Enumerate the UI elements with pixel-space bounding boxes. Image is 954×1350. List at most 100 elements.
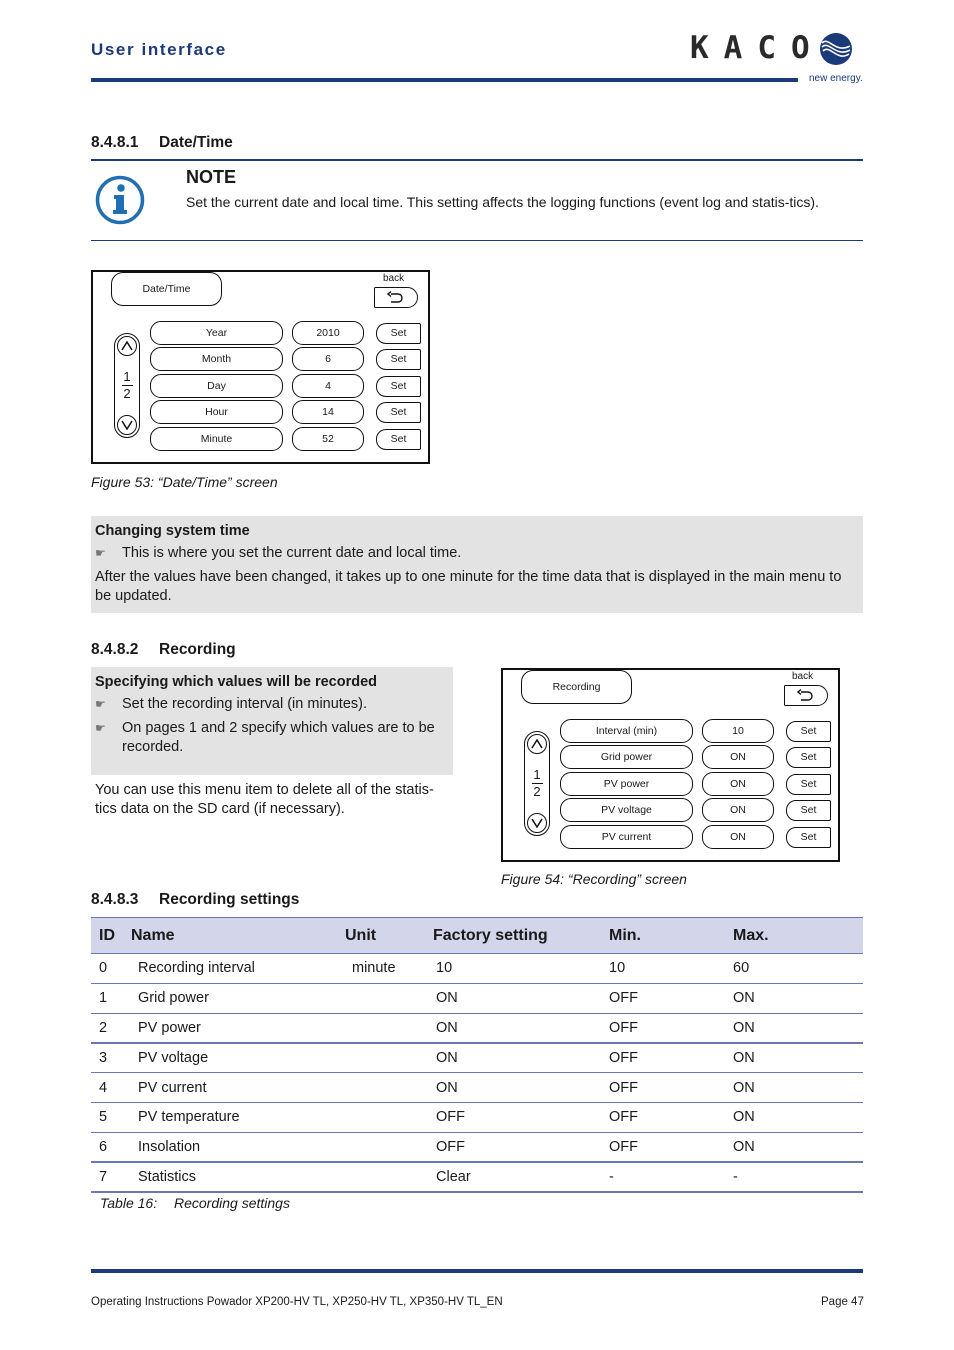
setting-value[interactable]: 52	[292, 427, 364, 451]
cell-name: PV voltage	[131, 1042, 345, 1074]
column-header-factory-setting: Factory setting	[433, 917, 609, 954]
cell-unit	[345, 1102, 433, 1133]
setting-value[interactable]: 10	[702, 719, 774, 743]
setting-label: Grid power	[560, 745, 693, 769]
chevron-up-icon	[121, 341, 133, 351]
set-button[interactable]: Set	[786, 826, 831, 848]
cell-factory-setting: ON	[433, 983, 609, 1014]
setting-row: Interval (min) 10 Set	[560, 719, 831, 743]
recording-settings-table: ID Name Unit Factory setting Min. Max. 0…	[91, 917, 863, 1193]
datetime-screen: Date/Time back 1 2 Year 2010 Set Month 6…	[91, 270, 430, 464]
cell-factory-setting: Clear	[433, 1162, 609, 1193]
setting-value[interactable]: 2010	[292, 321, 364, 345]
page-navigator: 1 2	[524, 731, 550, 836]
section-title: Date/Time	[159, 134, 233, 151]
setting-value[interactable]: ON	[702, 772, 774, 796]
cell-factory-setting: 10	[433, 953, 609, 984]
cell-unit	[345, 1072, 433, 1103]
cell-max: ON	[733, 1013, 863, 1044]
instruction-text: After the values have been changed, it t…	[95, 569, 842, 604]
setting-value[interactable]: 14	[292, 400, 364, 424]
setting-value[interactable]: ON	[702, 825, 774, 849]
figure-caption: Figure 54: “Recording” screen	[501, 871, 687, 887]
page-down-button[interactable]	[527, 813, 547, 833]
screen-title: Date/Time	[111, 272, 222, 306]
set-button[interactable]: Set	[786, 773, 831, 795]
note-text: Set the current date and local time. Thi…	[186, 194, 819, 210]
cell-factory-setting: ON	[433, 1013, 609, 1044]
cell-min: OFF	[609, 1013, 733, 1044]
cell-name: PV temperature	[131, 1102, 345, 1133]
cell-factory-setting: OFF	[433, 1132, 609, 1164]
cell-unit	[345, 983, 433, 1014]
section-number: 8.4.8.1	[91, 134, 139, 151]
setting-row: Hour 14 Set	[150, 400, 421, 424]
instruction-box-datetime: Changing system time ☛ This is where you…	[91, 516, 863, 613]
setting-row: PV power ON Set	[560, 772, 831, 796]
set-button[interactable]: Set	[786, 720, 831, 742]
instruction-step: ☛ On pages 1 and 2 specify which values …	[95, 719, 449, 757]
cell-max: -	[733, 1162, 863, 1193]
setting-label: Day	[150, 374, 283, 398]
set-button[interactable]: Set	[786, 746, 831, 768]
column-header-name: Name	[131, 917, 345, 954]
set-button[interactable]: Set	[376, 322, 421, 344]
pointing-hand-icon: ☛	[95, 721, 106, 735]
cell-name: PV power	[131, 1013, 345, 1044]
instruction-title: Changing system time	[95, 523, 250, 539]
cell-name: Grid power	[131, 983, 345, 1014]
cell-max: ON	[733, 1132, 863, 1164]
page-total: 2	[533, 784, 541, 800]
page-up-button[interactable]	[117, 336, 137, 356]
column-header-max: Max.	[733, 917, 863, 954]
pointing-hand-icon: ☛	[95, 546, 106, 560]
set-button[interactable]: Set	[376, 401, 421, 423]
setting-value[interactable]: ON	[702, 798, 774, 822]
cell-name: Insolation	[131, 1132, 345, 1164]
setting-label: PV power	[560, 772, 693, 796]
note-title: NOTE	[186, 167, 237, 187]
set-button[interactable]: Set	[376, 375, 421, 397]
section-number: 8.4.8.3	[91, 891, 139, 908]
instruction-step-text: On pages 1 and 2 specify which values ar…	[122, 720, 435, 755]
cell-name: Recording interval	[131, 953, 345, 984]
chevron-down-icon	[121, 420, 133, 430]
set-button[interactable]: Set	[376, 428, 421, 450]
chevron-up-icon	[531, 739, 543, 749]
back-button[interactable]	[784, 685, 828, 706]
table-row: 5 PV temperature OFF OFF ON	[91, 1102, 863, 1133]
back-label: back	[383, 273, 405, 284]
cell-id: 6	[91, 1132, 131, 1164]
back-button[interactable]	[374, 287, 418, 308]
page-navigator: 1 2	[114, 333, 140, 438]
cell-id: 7	[91, 1162, 131, 1193]
setting-row: PV voltage ON Set	[560, 798, 831, 822]
set-button[interactable]: Set	[786, 799, 831, 821]
cell-factory-setting: ON	[433, 1042, 609, 1074]
instruction-step-text: Set the recording interval (in minutes).	[122, 696, 367, 712]
brand-logo-text: KACO	[690, 30, 825, 66]
table-row: 6 Insolation OFF OFF ON	[91, 1132, 863, 1164]
page-current: 1	[123, 368, 131, 384]
cell-max: ON	[733, 1072, 863, 1103]
header-rule	[91, 78, 798, 82]
page-total: 2	[123, 386, 131, 402]
setting-value[interactable]: ON	[702, 745, 774, 769]
page-up-button[interactable]	[527, 734, 547, 754]
brand-tagline: new energy.	[809, 73, 863, 84]
table-caption-label: Table 16:	[100, 1195, 158, 1211]
setting-value[interactable]: 6	[292, 347, 364, 371]
setting-value[interactable]: 4	[292, 374, 364, 398]
cell-max: 60	[733, 953, 863, 984]
table-row: 3 PV voltage ON OFF ON	[91, 1042, 863, 1074]
setting-row: Month 6 Set	[150, 347, 421, 371]
setting-label: PV current	[560, 825, 693, 849]
recording-description: You can use this menu item to delete all…	[95, 782, 434, 817]
setting-label: Interval (min)	[560, 719, 693, 743]
instruction-title: Specifying which values will be recorded	[95, 674, 378, 690]
page-down-button[interactable]	[117, 415, 137, 435]
setting-row: PV current ON Set	[560, 825, 831, 849]
table-row: 1 Grid power ON OFF ON	[91, 983, 863, 1014]
column-header-id: ID	[91, 917, 131, 954]
set-button[interactable]: Set	[376, 348, 421, 370]
